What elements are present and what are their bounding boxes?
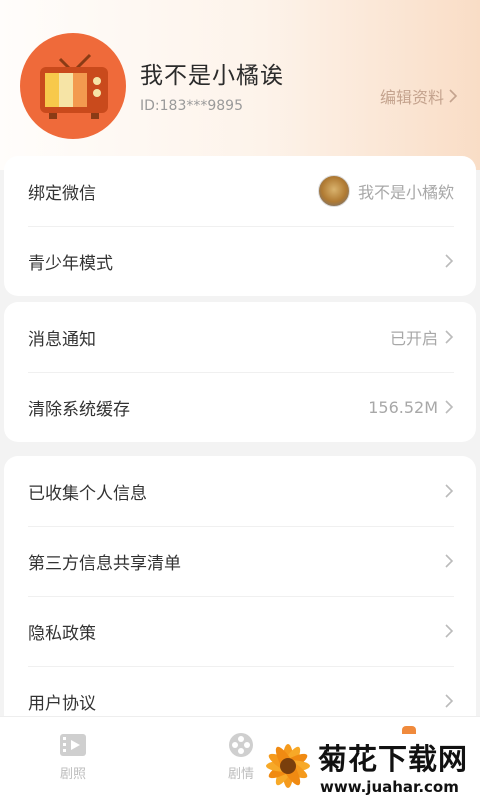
edit-profile-label: 编辑资料 bbox=[379, 88, 444, 107]
watermark: 菊花下载网 www.juahar.com bbox=[262, 728, 480, 800]
tab-plot[interactable]: 剧情 bbox=[226, 731, 256, 782]
teen-mode-row[interactable]: 青少年模式 bbox=[4, 226, 476, 296]
row-label: 清除系统缓存 bbox=[28, 399, 130, 420]
chevron-right-icon bbox=[445, 400, 454, 414]
row-label: 第三方信息共享清单 bbox=[28, 553, 181, 574]
clear-cache-row[interactable]: 清除系统缓存 156.52M bbox=[4, 372, 476, 442]
account-settings-card: 绑定微信 我不是小橘欸 青少年模式 bbox=[4, 156, 476, 296]
chevron-right-icon bbox=[445, 254, 454, 268]
app-settings-card: 消息通知 已开启 清除系统缓存 156.52M bbox=[4, 302, 476, 442]
user-id: ID:183***9895 bbox=[140, 98, 243, 114]
row-label: 用户协议 bbox=[28, 693, 96, 714]
privacy-policy-row[interactable]: 隐私政策 bbox=[4, 596, 476, 666]
edit-profile-link[interactable]: 编辑资料 bbox=[380, 84, 458, 108]
privacy-settings-card: 已收集个人信息 第三方信息共享清单 隐私政策 用户协议 bbox=[4, 456, 476, 736]
flower-logo-icon bbox=[266, 744, 310, 788]
watermark-url: www.juahar.com bbox=[320, 778, 459, 796]
chevron-right-icon bbox=[449, 89, 458, 103]
row-value: 我不是小橘欸 bbox=[357, 183, 454, 202]
row-label: 隐私政策 bbox=[28, 623, 96, 644]
avatar[interactable] bbox=[20, 33, 126, 139]
username: 我不是小橘诶 bbox=[140, 63, 284, 89]
collected-info-row[interactable]: 已收集个人信息 bbox=[4, 456, 476, 526]
chevron-right-icon bbox=[445, 554, 454, 568]
row-label: 已收集个人信息 bbox=[28, 483, 147, 504]
film-reel-icon bbox=[229, 733, 253, 757]
tab-label: 剧情 bbox=[227, 767, 254, 782]
third-party-sharing-row[interactable]: 第三方信息共享清单 bbox=[4, 526, 476, 596]
chevron-right-icon bbox=[445, 694, 454, 708]
film-clip-icon bbox=[60, 734, 86, 756]
tab-label: 剧照 bbox=[59, 767, 86, 782]
wechat-avatar bbox=[317, 175, 350, 207]
row-label: 青少年模式 bbox=[28, 253, 113, 274]
tab-stills[interactable]: 剧照 bbox=[58, 731, 88, 782]
profile-header: 我不是小橘诶 ID:183***9895 编辑资料 bbox=[0, 0, 480, 170]
chevron-right-icon bbox=[445, 330, 454, 344]
chevron-right-icon bbox=[445, 624, 454, 638]
notifications-row[interactable]: 消息通知 已开启 bbox=[4, 302, 476, 372]
row-value: 156.52M bbox=[368, 397, 438, 417]
bind-wechat-row[interactable]: 绑定微信 我不是小橘欸 bbox=[4, 156, 476, 226]
row-label: 消息通知 bbox=[28, 329, 96, 350]
row-label: 绑定微信 bbox=[28, 183, 96, 204]
row-value: 已开启 bbox=[389, 329, 438, 348]
chevron-right-icon bbox=[445, 484, 454, 498]
tv-icon bbox=[40, 53, 108, 119]
watermark-title: 菊花下载网 bbox=[318, 742, 469, 776]
